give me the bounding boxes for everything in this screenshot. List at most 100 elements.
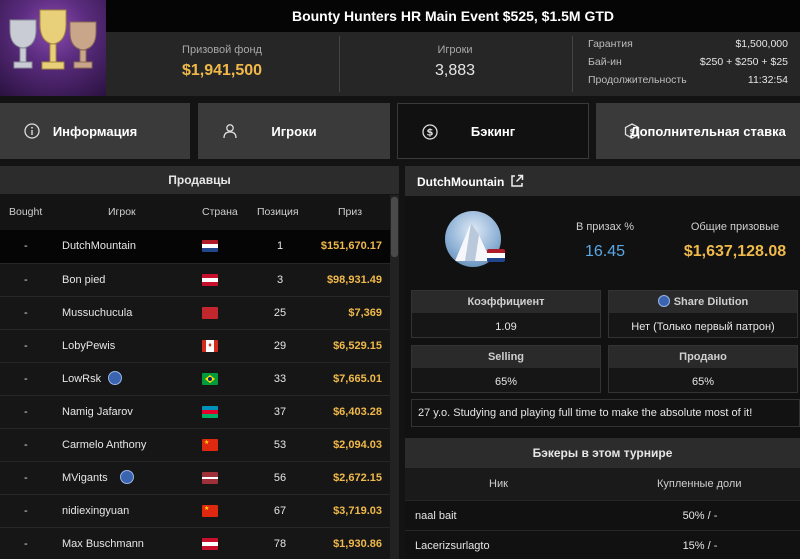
buyin-label: Бай-ин bbox=[588, 56, 622, 68]
in-prizes-label: В призах % bbox=[575, 221, 635, 233]
in-prizes-value: 16.45 bbox=[584, 243, 626, 260]
country-flag-icon bbox=[202, 240, 218, 252]
col-player[interactable]: Игрок bbox=[108, 206, 136, 218]
backer-row[interactable]: Lacerizsurlagto 15% / - bbox=[405, 530, 800, 559]
table-row[interactable]: - LowRsk 33 $7,665.01 bbox=[0, 362, 390, 395]
players-stat: Игроки 3,883 bbox=[340, 32, 570, 96]
profile-name: DutchMountain bbox=[417, 175, 505, 189]
position-cell: 3 bbox=[276, 274, 284, 286]
col-shares[interactable]: Купленные доли bbox=[657, 478, 742, 490]
backer-shares: 50% / - bbox=[682, 510, 718, 522]
col-position[interactable]: Позиция bbox=[257, 206, 299, 218]
share-dilution-label: Share Dilution bbox=[673, 296, 749, 308]
table-row[interactable]: - Bon pied 3 $98,931.49 bbox=[0, 263, 390, 296]
tab-info[interactable]: Информация bbox=[0, 103, 190, 159]
prize-cell: $2,094.03 bbox=[333, 439, 382, 451]
sellers-title: Продавцы bbox=[0, 166, 399, 194]
total-prizes-label: Общие призовые bbox=[690, 221, 780, 233]
prize-cell: $6,403.28 bbox=[333, 406, 382, 418]
col-nick[interactable]: Ник bbox=[489, 478, 508, 490]
tab-players[interactable]: Игроки bbox=[198, 103, 390, 159]
backer-row[interactable]: naal bait 50% / - bbox=[405, 500, 800, 530]
prize-pool-value: $1,941,500 bbox=[181, 62, 263, 79]
external-link-icon[interactable] bbox=[510, 174, 524, 188]
total-prizes-value: $1,637,128.08 bbox=[683, 243, 787, 260]
table-row[interactable]: - DutchMountain 1 $151,670.17 bbox=[0, 230, 390, 263]
guarantee-value: $1,500,000 bbox=[735, 38, 788, 50]
sellers-panel: Продавцы Bought Игрок Страна Позиция При… bbox=[0, 166, 399, 559]
country-flag-icon bbox=[202, 307, 218, 319]
bought-cell: - bbox=[24, 505, 28, 517]
badge-icon bbox=[107, 371, 122, 385]
bought-cell: - bbox=[24, 472, 28, 484]
tab-backing[interactable]: $ Бэкинг bbox=[397, 103, 589, 159]
players-label: Игроки bbox=[437, 44, 473, 56]
table-row[interactable]: - nidiexingyuan ★ 67 $3,719.03 bbox=[0, 494, 390, 527]
position-cell: 56 bbox=[273, 472, 287, 484]
position-cell: 67 bbox=[273, 505, 287, 517]
prize-cell: $7,665.01 bbox=[333, 373, 382, 385]
country-flag-icon bbox=[202, 274, 218, 286]
duration-label: Продолжительность bbox=[588, 74, 687, 86]
selling-label: Selling bbox=[412, 346, 600, 368]
country-flag-icon: ★ bbox=[202, 505, 218, 517]
prize-pool-stat: Призовой фонд $1,941,500 bbox=[106, 32, 338, 96]
table-row[interactable]: - Namig Jafarov 37 $6,403.28 bbox=[0, 395, 390, 428]
prize-cell: $7,369 bbox=[348, 307, 382, 319]
share-dilution-value: Нет (Только первый патрон) bbox=[631, 321, 775, 333]
badge-icon bbox=[120, 470, 135, 484]
prize-cell: $151,670.17 bbox=[320, 240, 382, 252]
table-row[interactable]: - Max Buschmann 78 $1,930.86 bbox=[0, 527, 390, 559]
player-cell[interactable]: DutchMountain bbox=[62, 240, 136, 252]
prize-cell: $1,930.86 bbox=[333, 538, 382, 550]
player-cell[interactable]: LowRsk bbox=[62, 373, 101, 385]
share-dilution-header: Share Dilution bbox=[609, 291, 797, 313]
country-flag-icon bbox=[202, 406, 218, 418]
col-bought[interactable]: Bought bbox=[9, 206, 42, 218]
col-prize[interactable]: Приз bbox=[338, 206, 362, 218]
bought-cell: - bbox=[24, 240, 28, 252]
player-cell[interactable]: MVigants bbox=[62, 472, 108, 484]
table-row[interactable]: - LobyPewis ♦ 29 $6,529.15 bbox=[0, 329, 390, 362]
profile-header: DutchMountain bbox=[405, 166, 800, 196]
divider bbox=[572, 36, 573, 92]
player-cell[interactable]: Mussuchucula bbox=[62, 307, 132, 319]
bought-cell: - bbox=[24, 307, 28, 319]
position-cell: 25 bbox=[273, 307, 287, 319]
country-flag-icon bbox=[202, 373, 218, 385]
player-cell[interactable]: nidiexingyuan bbox=[62, 505, 129, 517]
prize-pool-label: Призовой фонд bbox=[182, 44, 262, 56]
scrollbar-thumb[interactable] bbox=[391, 197, 398, 257]
profile-description: 27 y.o. Studying and playing full time t… bbox=[411, 399, 800, 427]
bought-cell: - bbox=[24, 406, 28, 418]
position-cell: 78 bbox=[273, 538, 287, 550]
in-prizes-stat: В призах % 16.45 bbox=[555, 221, 655, 261]
prize-cell: $98,931.49 bbox=[326, 274, 382, 286]
sold-label: Продано bbox=[609, 346, 797, 368]
bought-cell: - bbox=[24, 538, 28, 550]
tournament-details: Гарантия $1,500,000 Бай-ин $250 + $250 +… bbox=[576, 32, 800, 96]
player-cell[interactable]: Max Buschmann bbox=[62, 538, 144, 550]
netherlands-flag-icon bbox=[487, 249, 505, 262]
tournament-trophy-image bbox=[0, 0, 106, 96]
country-flag-icon bbox=[202, 538, 218, 550]
sellers-table-header: Bought Игрок Страна Позиция Приз bbox=[0, 194, 399, 230]
col-country[interactable]: Страна bbox=[202, 206, 238, 218]
sellers-scrollbar[interactable] bbox=[390, 195, 399, 559]
player-cell[interactable]: Bon pied bbox=[62, 274, 105, 286]
table-row[interactable]: - Carmelo Anthony ★ 53 $2,094.03 bbox=[0, 428, 390, 461]
dilution-icon bbox=[657, 295, 670, 307]
bought-cell: - bbox=[24, 274, 28, 286]
position-cell: 53 bbox=[273, 439, 287, 451]
tab-info-label: Информация bbox=[52, 123, 138, 139]
table-row[interactable]: - MVigants 56 $2,672.15 bbox=[0, 461, 390, 494]
player-cell[interactable]: Namig Jafarov bbox=[62, 406, 133, 418]
tab-extra-stake-label: Дополнительная ставка bbox=[630, 123, 786, 139]
tab-extra-stake[interactable]: $ Дополнительная ставка bbox=[596, 103, 800, 159]
bought-cell: - bbox=[24, 439, 28, 451]
player-cell[interactable]: LobyPewis bbox=[62, 340, 115, 352]
player-cell[interactable]: Carmelo Anthony bbox=[62, 439, 146, 451]
table-row[interactable]: - Mussuchucula 25 $7,369 bbox=[0, 296, 390, 329]
buyin-value: $250 + $250 + $25 bbox=[699, 56, 788, 68]
backers-title: Бэкеры в этом турнире bbox=[405, 438, 800, 468]
